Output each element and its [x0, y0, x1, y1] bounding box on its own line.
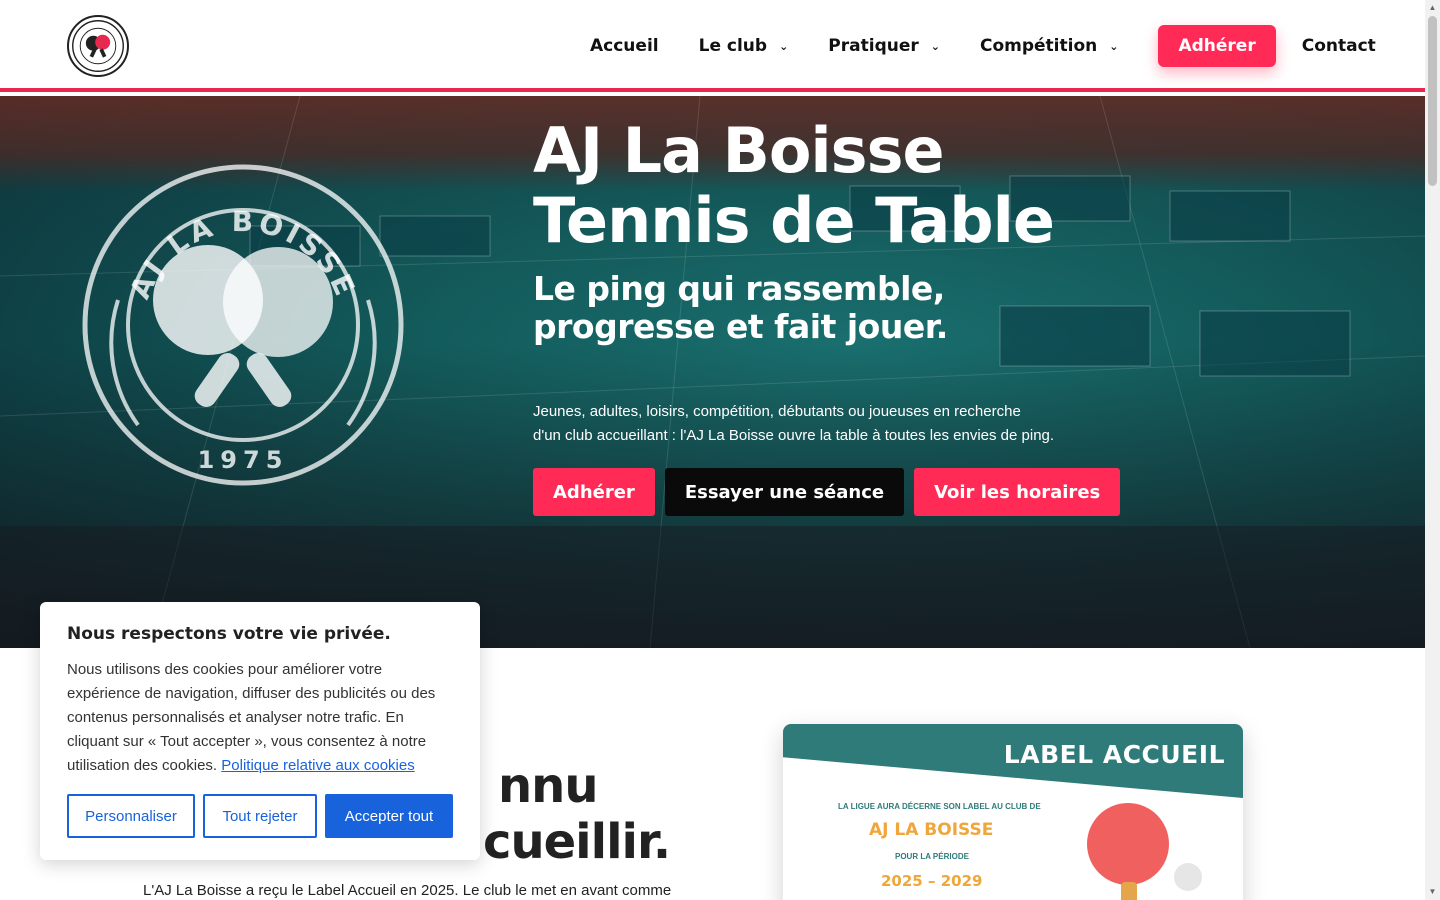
nav-item-pratiquer[interactable]: Pratiquer ⌄	[828, 25, 940, 67]
hero-subtitle-line: progresse et fait jouer.	[533, 307, 948, 346]
nav-item-label: Le club	[698, 36, 768, 56]
accept-cookies-button[interactable]: Accepter tout	[325, 794, 453, 838]
cookie-title: Nous respectons votre vie privée.	[67, 624, 391, 644]
hero-title-line: AJ La Boisse	[533, 114, 945, 187]
club-logo[interactable]	[67, 15, 129, 77]
hero-description-line: d'un club accueillant : l'AJ La Boisse o…	[533, 427, 1055, 444]
hero-buttons: Adhérer Essayer une séance Voir les hora…	[533, 468, 1313, 516]
nav-item-competition[interactable]: Compétition ⌄	[980, 25, 1118, 67]
hero-title: AJ La Boisse Tennis de Table	[533, 116, 1313, 256]
chevron-down-icon: ⌄	[779, 39, 789, 53]
cookie-policy-link[interactable]: Politique relative aux cookies	[221, 757, 414, 774]
hero-emblem: AJ LA BOISSE 1975	[78, 160, 408, 490]
join-button[interactable]: Adhérer	[533, 468, 655, 516]
cookie-banner: Nous respectons votre vie privée. Nous u…	[40, 602, 480, 860]
label-title: LABEL ACCUEIL	[1003, 740, 1225, 769]
hero-description: Jeunes, adultes, loisirs, compétition, d…	[533, 400, 1063, 448]
main-nav: Accueil Le club ⌄ Pratiquer ⌄ Compétitio…	[590, 25, 1416, 67]
label-period: 2025 – 2029	[881, 872, 983, 890]
hero-description-line: Jeunes, adultes, loisirs, compétition, d…	[533, 403, 1021, 420]
nav-item-label: Pratiquer	[828, 36, 919, 56]
site-header: Accueil Le club ⌄ Pratiquer ⌄ Compétitio…	[0, 0, 1425, 92]
nav-item-contact[interactable]: Contact	[1302, 25, 1376, 67]
scroll-down-icon[interactable]: ▼	[1427, 886, 1438, 898]
paddle-icon	[1087, 803, 1202, 900]
try-session-button[interactable]: Essayer une séance	[664, 468, 905, 516]
customize-cookies-button[interactable]: Personnaliser	[67, 794, 195, 838]
hero-title-line: Tennis de Table	[533, 184, 1055, 257]
emblem-year: 1975	[198, 446, 289, 474]
page-scrollbar[interactable]: ▲ ▼	[1425, 0, 1440, 900]
reject-cookies-button[interactable]: Tout rejeter	[203, 794, 317, 838]
hero-subtitle: Le ping qui rassemble, progresse et fait…	[533, 270, 1313, 346]
view-schedule-button[interactable]: Voir les horaires	[914, 468, 1121, 516]
nav-item-le-club[interactable]: Le club ⌄	[699, 25, 789, 67]
label-intro: LA LIGUE AURA DÉCERNE SON LABEL AU CLUB …	[838, 802, 1041, 811]
chevron-down-icon: ⌄	[930, 39, 940, 53]
hero-section: AJ LA BOISSE 1975 AJ La Boisse Tennis de…	[0, 96, 1425, 648]
nav-item-label: Compétition	[979, 36, 1098, 56]
nav-item-accueil[interactable]: Accueil	[590, 25, 659, 67]
cookie-text: Nous utilisons des cookies pour améliore…	[67, 658, 453, 778]
paddles-logo-icon	[72, 20, 124, 72]
join-nav-button[interactable]: Adhérer	[1158, 25, 1276, 67]
hero-content: AJ La Boisse Tennis de Table Le ping qui…	[533, 116, 1313, 516]
label-club-name: AJ LA BOISSE	[869, 820, 994, 840]
scroll-up-icon[interactable]: ▲	[1427, 2, 1438, 14]
hero-subtitle-line: Le ping qui rassemble,	[533, 269, 945, 308]
label-period-label: POUR LA PÉRIODE	[895, 852, 969, 861]
chevron-down-icon: ⌄	[1109, 39, 1119, 53]
nav-item-label: Accueil	[590, 36, 659, 56]
label-accueil-card: LABEL ACCUEIL LA LIGUE AURA DÉCERNE SON …	[783, 724, 1243, 900]
cookie-buttons: Personnaliser Tout rejeter Accepter tout	[67, 794, 453, 838]
scroll-thumb[interactable]	[1428, 16, 1437, 186]
section-text: L'AJ La Boisse a reçu le Label Accueil e…	[143, 882, 672, 899]
